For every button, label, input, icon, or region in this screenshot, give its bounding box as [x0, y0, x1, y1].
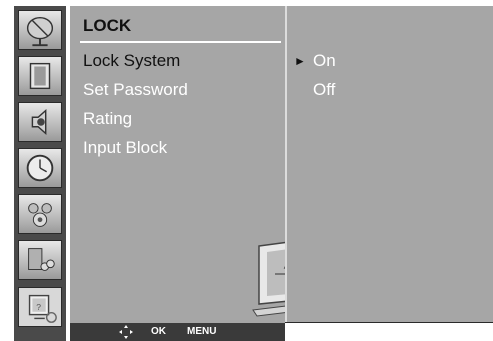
satellite-dish-icon[interactable] — [18, 10, 62, 50]
gears-icon[interactable] — [18, 194, 62, 234]
selected-arrow-icon: ► — [294, 54, 306, 68]
option-on-label: On — [313, 51, 336, 70]
menu-item-lock-system[interactable]: Lock System — [83, 51, 180, 71]
speaker-icon[interactable] — [18, 102, 62, 142]
picture-icon[interactable] — [18, 56, 62, 96]
lock-system-options-panel: ► On Off — [287, 6, 493, 323]
option-on[interactable]: ► On — [294, 51, 336, 71]
panel-bottom-border — [285, 322, 493, 323]
footer-help-bar: OK MENU — [70, 323, 285, 341]
title-divider — [80, 41, 281, 43]
option-off-label: Off — [313, 80, 336, 99]
svg-text:?: ? — [36, 302, 41, 312]
lock-menu-panel: LOCK Lock System Set Password Rating Inp… — [70, 6, 348, 323]
input-source-icon[interactable] — [18, 240, 62, 280]
menu-hint: MENU — [187, 326, 217, 337]
main-menu-sidebar: ? — [14, 6, 66, 341]
ok-hint: OK — [151, 326, 166, 337]
lock-icon[interactable]: ? — [18, 287, 62, 327]
menu-item-input-block[interactable]: Input Block — [83, 138, 167, 158]
menu-item-set-password[interactable]: Set Password — [83, 80, 188, 100]
clock-icon[interactable] — [18, 148, 62, 188]
menu-item-rating[interactable]: Rating — [83, 109, 132, 129]
option-off[interactable]: Off — [313, 80, 335, 100]
osd-screen: ? LOCK Lock System Set Password Rating I… — [0, 0, 493, 341]
navigation-arrows-icon — [119, 325, 133, 339]
menu-title: LOCK — [83, 16, 132, 35]
